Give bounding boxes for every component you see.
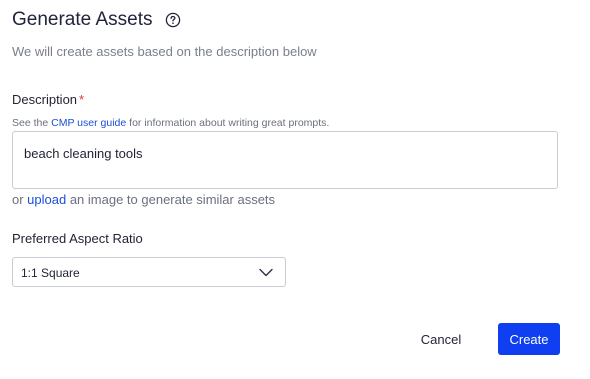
aspect-ratio-label: Preferred Aspect Ratio [12,231,143,246]
help-icon[interactable] [165,12,181,28]
upload-link[interactable]: upload [27,192,66,207]
hint-prefix: See the [12,117,52,129]
create-button[interactable]: Create [498,323,560,355]
description-label: Description * [12,92,84,107]
description-label-text: Description [12,92,78,107]
cancel-button[interactable]: Cancel [410,323,472,355]
aspect-ratio-value: 1:1 Square [21,266,80,280]
hint-suffix: for information about writing great prom… [126,117,330,129]
upload-line: or upload an image to generate similar a… [12,192,275,207]
description-hint: See the CMP user guide for information a… [12,117,329,129]
required-marker: * [79,92,85,107]
page-title: Generate Assets [12,9,153,30]
cmp-user-guide-link[interactable]: CMP user guide [51,117,126,129]
aspect-ratio-select[interactable]: 1:1 Square [12,257,286,287]
upload-prefix: or [12,192,28,207]
upload-suffix: an image to generate similar assets [66,192,276,207]
chevron-down-icon [259,268,273,277]
description-input[interactable]: beach cleaning tools [12,131,558,189]
page-subtitle: We will create assets based on the descr… [12,44,317,59]
